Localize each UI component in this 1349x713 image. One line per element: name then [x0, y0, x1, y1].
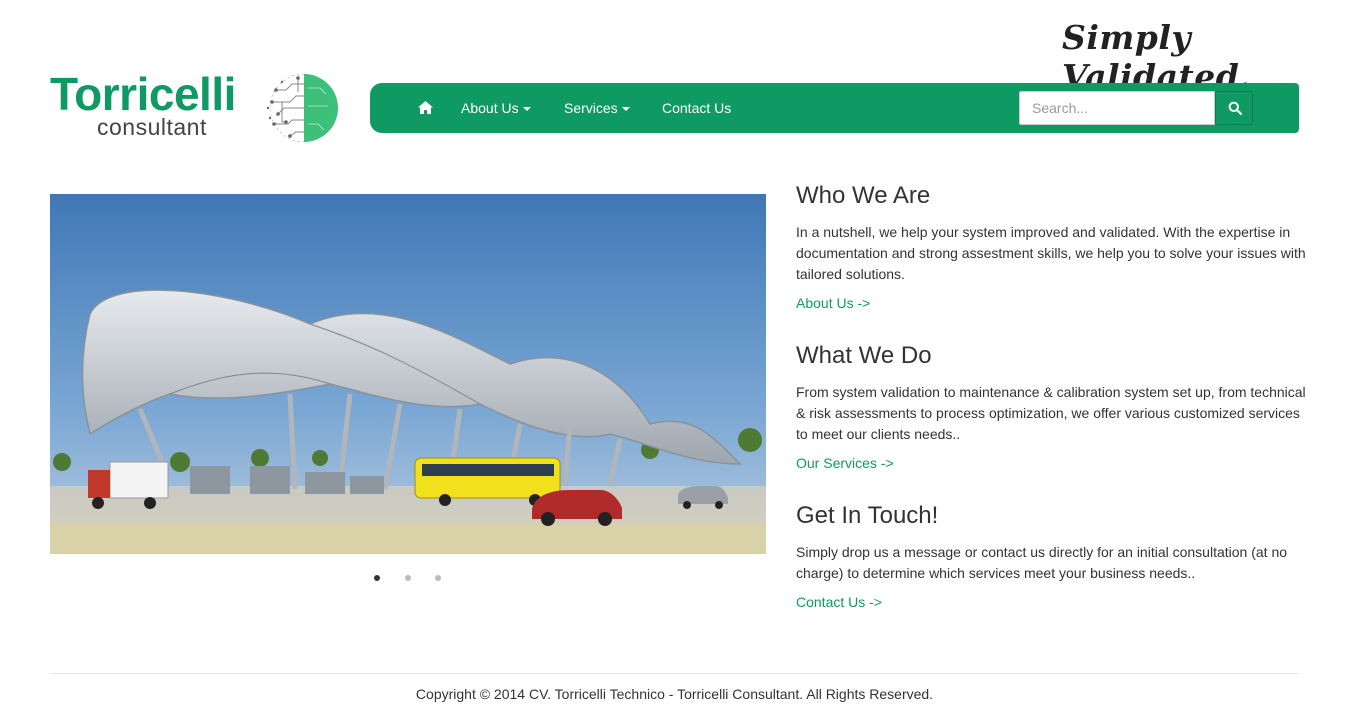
search-icon [1228, 101, 1242, 115]
who-we-are-section: Who We Are In a nutshell, we help your s… [796, 183, 1306, 313]
get-in-touch-title: Get In Touch! [796, 502, 939, 529]
nav-contact-us[interactable]: Contact Us [662, 83, 731, 133]
search-button[interactable] [1215, 91, 1253, 125]
carousel-dot-2[interactable] [405, 575, 411, 581]
hero-carousel[interactable] [50, 194, 766, 554]
main-navbar: About Us Services Contact Us [370, 83, 1299, 133]
about-us-link[interactable]: About Us -> [796, 295, 870, 311]
who-we-are-text: In a nutshell, we help your system impro… [796, 224, 1306, 282]
carousel-dot-3[interactable] [435, 575, 441, 581]
chevron-down-icon [621, 107, 630, 112]
nav-about-us[interactable]: About Us [461, 83, 531, 133]
nav-home[interactable] [414, 83, 436, 133]
nav-about-us-label: About Us [461, 100, 519, 116]
logo-circuit-icon [266, 73, 338, 142]
carousel-dot-1[interactable] [374, 575, 380, 581]
footer-divider [50, 673, 1299, 674]
carousel-indicators [374, 575, 444, 583]
who-we-are-title: Who We Are [796, 182, 931, 209]
home-icon [417, 100, 433, 114]
logo-subtitle: consultant [97, 114, 207, 140]
footer-copyright: Copyright © 2014 CV. Torricelli Technico… [415, 686, 934, 702]
what-we-do-section: What We Do From system validation to mai… [796, 343, 1306, 473]
chevron-down-icon [522, 107, 531, 112]
nav-services[interactable]: Services [564, 83, 630, 133]
nav-contact-us-label: Contact Us [662, 100, 732, 116]
carousel-slide-image [50, 194, 766, 554]
search-input[interactable] [1019, 91, 1215, 125]
get-in-touch-section: Get In Touch! Simply drop us a message o… [796, 503, 1306, 612]
nav-services-label: Services [564, 100, 618, 116]
site-logo[interactable]: Torricelli consultant [50, 70, 350, 145]
what-we-do-text: From system validation to maintenance & … [796, 384, 1306, 442]
logo-title: Torricelli [50, 68, 236, 120]
our-services-link[interactable]: Our Services -> [796, 455, 894, 471]
what-we-do-title: What We Do [796, 342, 932, 369]
get-in-touch-text: Simply drop us a message or contact us d… [796, 544, 1288, 581]
contact-us-link[interactable]: Contact Us -> [796, 594, 882, 610]
